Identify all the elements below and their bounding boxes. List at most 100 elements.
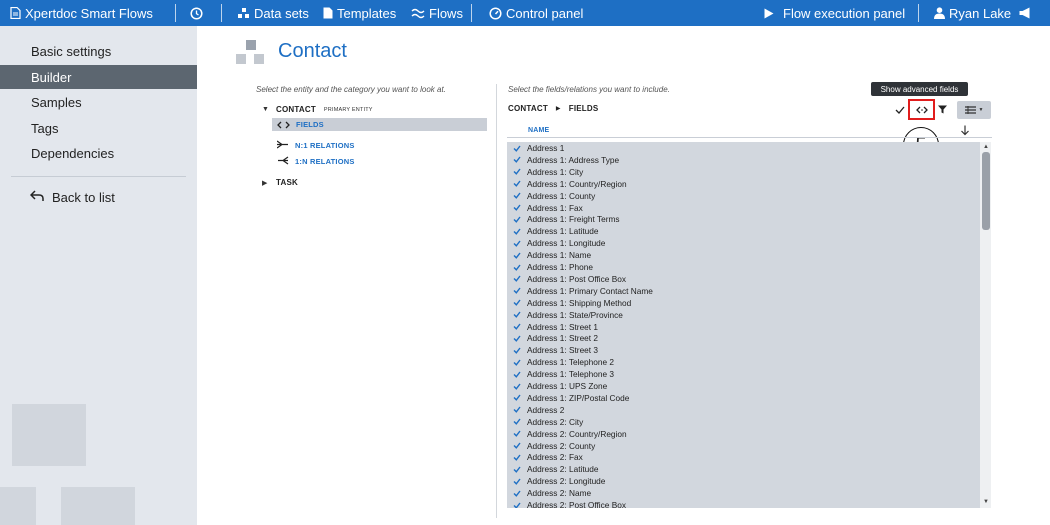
field-row[interactable]: Address 1: State/Province [507, 309, 980, 321]
category-1n-relations[interactable]: 1:N RELATIONS [277, 152, 355, 170]
check-icon[interactable] [507, 204, 527, 211]
field-row[interactable]: Address 1: Telephone 3 [507, 368, 980, 380]
field-row[interactable]: Address 1: Primary Contact Name [507, 285, 980, 297]
field-row[interactable]: Address 1: Country/Region [507, 178, 980, 190]
user-icon [934, 7, 945, 19]
field-row[interactable]: Address 1: Street 3 [507, 344, 980, 356]
breadcrumb-category: FIELDS [568, 104, 599, 113]
field-row[interactable]: Address 2: Name [507, 487, 980, 499]
field-row[interactable]: Address 1: Shipping Method [507, 297, 980, 309]
check-icon[interactable] [507, 287, 527, 295]
scrollbar-thumb[interactable] [982, 152, 990, 230]
sidebar-item-builder[interactable]: Builder [0, 65, 197, 89]
check-icon[interactable] [507, 180, 527, 188]
check-icon[interactable] [507, 490, 527, 497]
scroll-down-arrow-icon[interactable]: ▼ [983, 499, 989, 505]
check-icon[interactable] [507, 466, 527, 473]
field-row[interactable]: Address 1: Street 2 [507, 332, 980, 344]
field-row[interactable]: Address 1: Post Office Box [507, 273, 980, 285]
sidebar-item-basic-settings[interactable]: Basic settings [0, 39, 197, 63]
field-row[interactable]: Address 1: Fax [507, 202, 980, 214]
field-row[interactable]: Address 1: ZIP/Postal Code [507, 392, 980, 404]
field-row[interactable]: Address 2 [507, 404, 980, 416]
nav-control-panel[interactable]: Control panel [489, 0, 583, 26]
field-row[interactable]: Address 1: Latitude [507, 225, 980, 237]
field-row[interactable]: Address 1: Phone [507, 261, 980, 273]
sidebar-item-tags[interactable]: Tags [0, 116, 197, 140]
field-row[interactable]: Address 2: Country/Region [507, 428, 980, 440]
back-to-list-link[interactable]: Back to list [29, 187, 115, 207]
flow-execution-panel-button[interactable]: Flow execution panel [764, 0, 905, 26]
check-icon[interactable] [507, 347, 527, 354]
field-row[interactable]: Address 1: Name [507, 249, 980, 261]
field-row[interactable]: Address 2: County [507, 440, 980, 452]
field-row[interactable]: Address 1 [507, 142, 980, 154]
check-icon[interactable] [507, 406, 527, 414]
field-row[interactable]: Address 1: City [507, 166, 980, 178]
field-row[interactable]: Address 2: City [507, 416, 980, 428]
check-icon[interactable] [507, 442, 527, 449]
check-icon[interactable] [507, 502, 527, 508]
select-all-button[interactable] [893, 101, 907, 119]
check-icon[interactable] [507, 275, 527, 283]
field-row[interactable]: Address 2: Post Office Box [507, 499, 980, 508]
flows-icon [411, 8, 425, 19]
history-button[interactable] [190, 0, 203, 26]
announcements-button[interactable] [1019, 0, 1032, 26]
check-icon[interactable] [507, 228, 527, 235]
nav-datasets[interactable]: Data sets [238, 0, 309, 26]
check-icon[interactable] [507, 478, 527, 485]
check-icon[interactable] [507, 335, 527, 342]
user-menu[interactable]: Ryan Lake [934, 0, 1011, 26]
sidebar-item-dependencies[interactable]: Dependencies [0, 141, 197, 165]
sort-down-arrow-icon[interactable] [960, 123, 970, 141]
check-icon[interactable] [507, 383, 527, 390]
check-icon[interactable] [507, 311, 527, 318]
check-icon[interactable] [507, 371, 527, 378]
field-row[interactable]: Address 1: Telephone 2 [507, 356, 980, 368]
breadcrumb-entity[interactable]: CONTACT [508, 104, 548, 113]
check-icon[interactable] [507, 168, 527, 176]
field-row[interactable]: Address 1: Freight Terms [507, 213, 980, 225]
check-icon[interactable] [507, 394, 527, 402]
entity-task[interactable]: ▶ TASK [262, 178, 298, 187]
scroll-up-arrow-icon[interactable]: ▲ [983, 144, 989, 150]
show-advanced-fields-button[interactable] [908, 99, 935, 120]
check-icon[interactable] [507, 145, 527, 152]
nav-templates-label: Templates [337, 5, 397, 21]
check-icon[interactable] [507, 299, 527, 307]
field-row[interactable]: Address 1: Street 1 [507, 321, 980, 333]
sidebar-item-label: Tags [31, 120, 59, 136]
check-icon[interactable] [507, 264, 527, 271]
view-options-dropdown[interactable]: ▼ [957, 101, 991, 119]
field-row[interactable]: Address 1: Address Type [507, 154, 980, 166]
check-icon[interactable] [507, 240, 527, 247]
entity-contact[interactable]: ▼ CONTACT PRIMARY ENTITY [262, 105, 373, 114]
nav-flows[interactable]: Flows [411, 0, 463, 26]
nav-templates[interactable]: Templates [323, 0, 396, 26]
check-icon[interactable] [507, 156, 527, 164]
decorative-block [0, 487, 36, 525]
check-icon[interactable] [507, 192, 527, 199]
check-icon[interactable] [507, 359, 527, 366]
check-icon[interactable] [507, 252, 527, 259]
field-row[interactable]: Address 2: Longitude [507, 475, 980, 487]
category-fields[interactable]: FIELDS [272, 118, 487, 131]
check-icon[interactable] [507, 454, 527, 461]
check-icon[interactable] [507, 323, 527, 330]
field-row[interactable]: Address 1: County [507, 190, 980, 202]
check-icon[interactable] [507, 430, 527, 437]
app-home-link[interactable]: Xpertdoc Smart Flows [10, 0, 153, 26]
field-row[interactable]: Address 1: Longitude [507, 237, 980, 249]
column-header-name[interactable]: NAME [528, 127, 549, 134]
field-row[interactable]: Address 2: Latitude [507, 463, 980, 475]
check-icon[interactable] [507, 418, 527, 426]
check-icon[interactable] [507, 216, 527, 223]
field-list[interactable]: Address 1 Address 1: Address Type Address … [507, 142, 980, 508]
sidebar-item-label: Dependencies [31, 145, 115, 161]
field-row[interactable]: Address 1: UPS Zone [507, 380, 980, 392]
filter-button[interactable] [935, 101, 949, 119]
sidebar-item-samples[interactable]: Samples [0, 90, 197, 114]
field-name: Address 2: City [527, 416, 584, 427]
field-row[interactable]: Address 2: Fax [507, 451, 980, 463]
